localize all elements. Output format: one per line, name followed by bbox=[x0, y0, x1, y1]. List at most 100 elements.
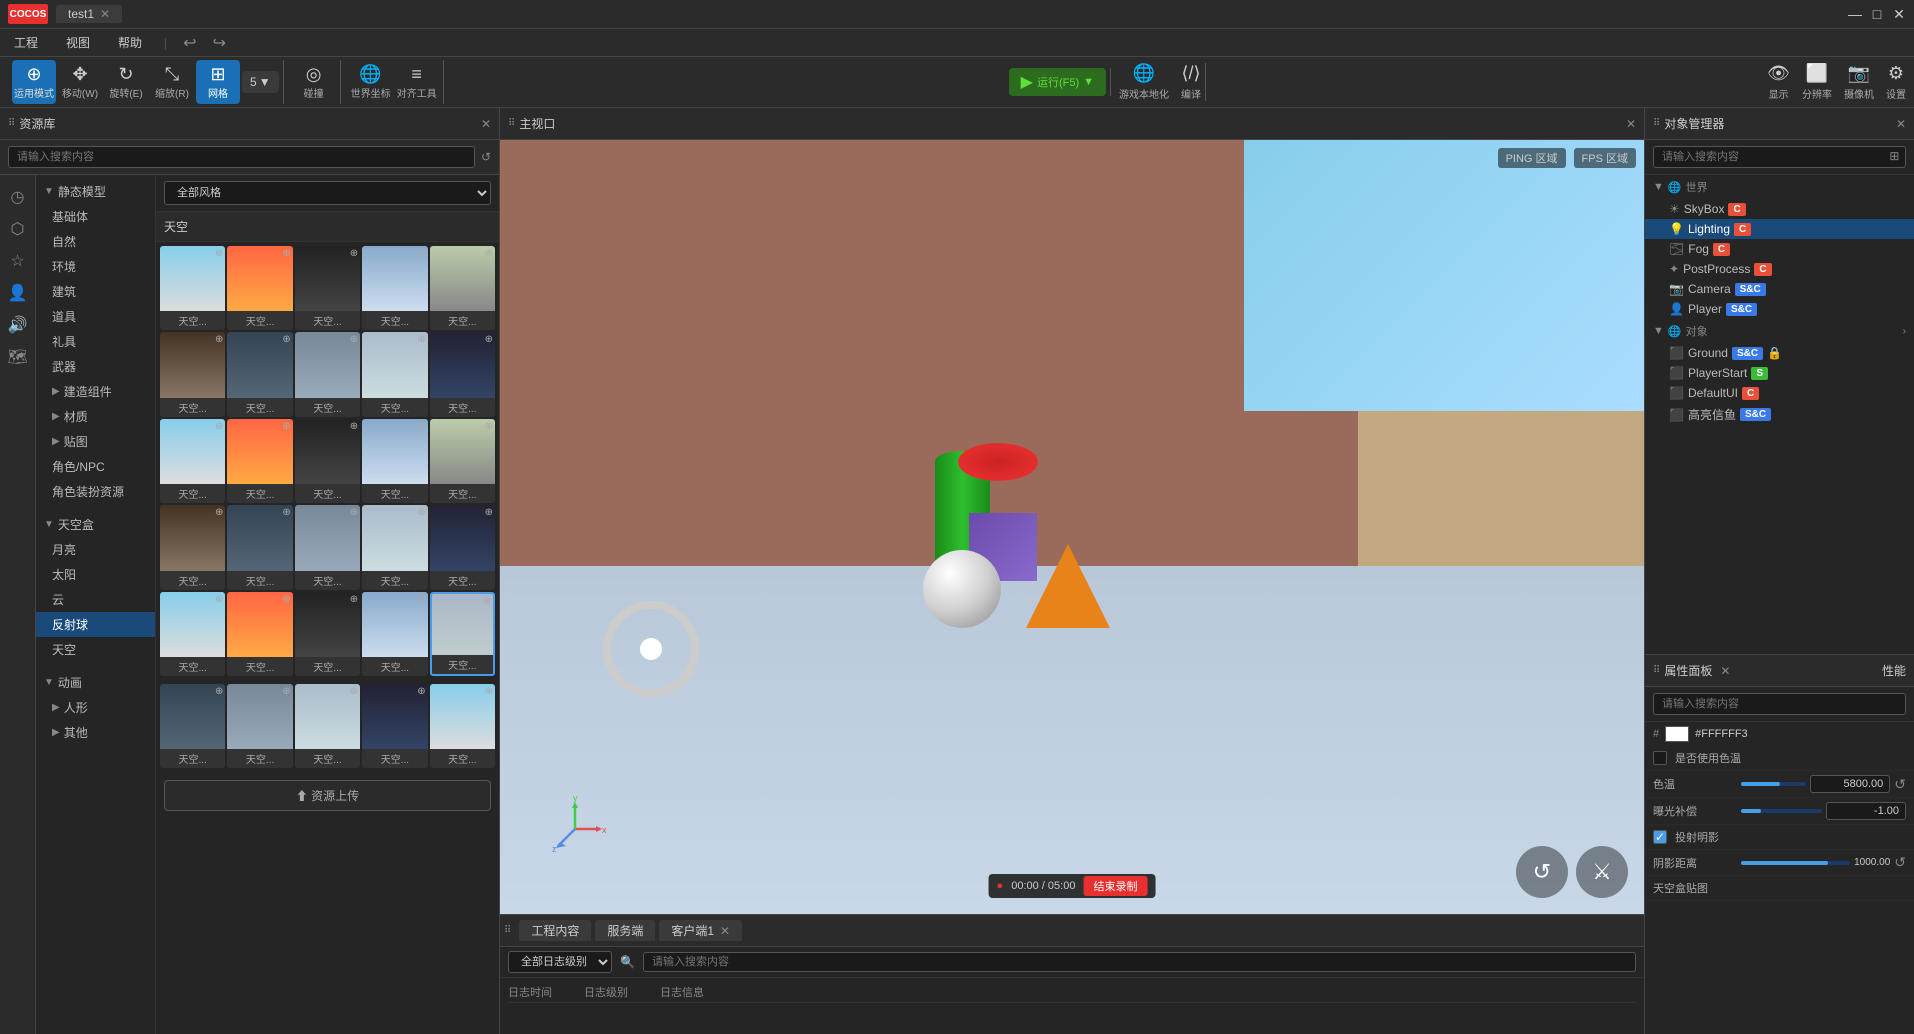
thumb-16[interactable]: ⊕ 天空... bbox=[227, 505, 292, 589]
collision-btn[interactable]: ◎ 碰撞 bbox=[292, 60, 336, 104]
tree-item-env[interactable]: 环境 bbox=[36, 254, 155, 279]
log-filter-select[interactable]: 全部日志级别 bbox=[508, 951, 612, 973]
settings-btn[interactable]: ⚙ 设置 bbox=[1886, 63, 1906, 101]
grid-btn[interactable]: ⊞ 网格 bbox=[196, 60, 240, 104]
thumb-2[interactable]: ⊕ 天空... bbox=[295, 246, 360, 330]
tree-item-build[interactable]: ▶ 建造组件 bbox=[36, 379, 155, 404]
thumb-27[interactable]: ⊕ 天空... bbox=[295, 684, 360, 768]
rotate-btn[interactable]: ↻ 旋转(E) bbox=[104, 60, 148, 104]
tree-item-static-model[interactable]: ▼ 静态模型 bbox=[36, 179, 155, 204]
props-close[interactable]: ✕ bbox=[1720, 664, 1730, 678]
grid-dropdown[interactable]: 5 ▼ bbox=[242, 71, 279, 93]
tab-close-client1[interactable]: ✕ bbox=[720, 924, 730, 938]
tree-item-sky[interactable]: 天空 bbox=[36, 637, 155, 662]
obj-search-input[interactable] bbox=[1653, 146, 1906, 168]
maximize-btn[interactable]: □ bbox=[1870, 7, 1884, 21]
exposure-input[interactable] bbox=[1826, 802, 1906, 820]
thumb-0[interactable]: ⊕ 天空... bbox=[160, 246, 225, 330]
thumb-6[interactable]: ⊕ 天空... bbox=[227, 332, 292, 416]
props-search-input[interactable] bbox=[1653, 693, 1906, 715]
obj-highlight[interactable]: ⬛ 高亮信鱼 S&C bbox=[1645, 403, 1914, 426]
obj-skybox[interactable]: ☀ SkyBox C bbox=[1645, 199, 1914, 219]
thumb-4[interactable]: ⊕ 天空... bbox=[430, 246, 495, 330]
thumb-20[interactable]: ⊕ 天空... bbox=[160, 592, 225, 676]
ping-badge[interactable]: PING 区域 bbox=[1498, 148, 1566, 168]
tree-item-nature[interactable]: 自然 bbox=[36, 229, 155, 254]
thumb-25[interactable]: ⊕ 天空... bbox=[160, 684, 225, 768]
thumb-29[interactable]: ⊕ 天空... bbox=[430, 684, 495, 768]
thumb-11[interactable]: ⊕ 天空... bbox=[227, 419, 292, 503]
obj-defaultui[interactable]: ⬛ DefaultUI C bbox=[1645, 383, 1914, 403]
color-box[interactable] bbox=[1665, 726, 1689, 742]
shadow-dist-reset[interactable]: ↺ bbox=[1894, 854, 1906, 871]
minimize-btn[interactable]: — bbox=[1848, 7, 1862, 21]
tree-item-other[interactable]: ▶ 其他 bbox=[36, 720, 155, 745]
video-end-btn[interactable]: 结束录制 bbox=[1083, 876, 1147, 896]
asset-panel-close[interactable]: ✕ bbox=[481, 117, 491, 131]
scale-btn[interactable]: ⤡ 缩放(R) bbox=[150, 60, 194, 104]
tree-item-material[interactable]: ▶ 材质 bbox=[36, 404, 155, 429]
thumb-3[interactable]: ⊕ 天空... bbox=[362, 246, 427, 330]
upload-btn[interactable]: ⬆ 资源上传 bbox=[164, 780, 491, 811]
tree-item-humanoid[interactable]: ▶ 人形 bbox=[36, 695, 155, 720]
tree-item-reflection[interactable]: 反射球 bbox=[36, 612, 155, 637]
exposure-slider[interactable] bbox=[1741, 809, 1822, 813]
obj-ground[interactable]: ⬛ Ground S&C 🔒 bbox=[1645, 343, 1914, 363]
asset-search-input[interactable] bbox=[8, 146, 475, 168]
obj-player[interactable]: 👤 Player S&C bbox=[1645, 299, 1914, 319]
tab-server[interactable]: 服务端 bbox=[595, 920, 655, 941]
asset-nav-3d[interactable]: ⬡ bbox=[4, 215, 32, 243]
asset-nav-player[interactable]: 👤 bbox=[4, 279, 32, 307]
tree-item-weapons[interactable]: 武器 bbox=[36, 354, 155, 379]
thumb-21[interactable]: ⊕ 天空... bbox=[227, 592, 292, 676]
log-search-input[interactable] bbox=[643, 952, 1636, 972]
tree-item-arch[interactable]: 建筑 bbox=[36, 279, 155, 304]
tree-item-moon[interactable]: 月亮 bbox=[36, 537, 155, 562]
tab-client1[interactable]: 客户端1 ✕ bbox=[659, 920, 742, 941]
tab-close-icon[interactable]: ✕ bbox=[100, 7, 110, 21]
viewport-close[interactable]: ✕ bbox=[1626, 117, 1636, 131]
tree-item-props[interactable]: 道具 bbox=[36, 304, 155, 329]
thumb-10[interactable]: ⊕ 天空... bbox=[160, 419, 225, 503]
thumb-22[interactable]: ⊕ 天空... bbox=[295, 592, 360, 676]
world-section[interactable]: ▼ 🌐 世界 bbox=[1645, 175, 1914, 199]
camera-btn[interactable]: 📷 摄像机 bbox=[1844, 63, 1874, 101]
use-color-temp-checkbox[interactable] bbox=[1653, 751, 1667, 765]
props-perf-tab[interactable]: 性能 bbox=[1882, 662, 1906, 679]
localize-btn[interactable]: 🌐 游戏本地化 bbox=[1119, 63, 1169, 101]
viewport-content[interactable]: x y z PING 区域 FPS 区域 ↺ ⚔ bbox=[500, 140, 1644, 914]
obj-section[interactable]: ▼ 🌐 对象 › bbox=[1645, 319, 1914, 343]
tree-item-skybox[interactable]: ▼ 天空盒 bbox=[36, 512, 155, 537]
asset-nav-scene[interactable]: 🗺 bbox=[4, 343, 32, 371]
use-mode-btn[interactable]: ⊕ 运用模式 bbox=[12, 60, 56, 104]
obj-manager-close[interactable]: ✕ bbox=[1896, 117, 1906, 131]
obj-playerstart[interactable]: ⬛ PlayerStart S bbox=[1645, 363, 1914, 383]
tree-item-npc[interactable]: 角色/NPC bbox=[36, 454, 155, 479]
thumb-18[interactable]: ⊕ 天空... bbox=[362, 505, 427, 589]
redo-btn[interactable]: ↪ bbox=[213, 33, 226, 53]
viewport-ctrl-back[interactable]: ↺ bbox=[1516, 846, 1568, 898]
title-tab[interactable]: test1 ✕ bbox=[56, 5, 122, 23]
tree-item-furniture[interactable]: 礼具 bbox=[36, 329, 155, 354]
align-btn[interactable]: ≡ 对齐工具 bbox=[395, 60, 439, 104]
run-btn[interactable]: ▶ 运行(F5) ▼ bbox=[1009, 68, 1106, 96]
tree-item-basic[interactable]: 基础体 bbox=[36, 204, 155, 229]
undo-btn[interactable]: ↩ bbox=[183, 33, 196, 53]
thumb-13[interactable]: ⊕ 天空... bbox=[362, 419, 427, 503]
menu-project[interactable]: 工程 bbox=[8, 32, 44, 53]
close-btn[interactable]: ✕ bbox=[1892, 7, 1906, 21]
color-temp-slider[interactable] bbox=[1741, 782, 1806, 786]
color-temp-reset[interactable]: ↺ bbox=[1894, 776, 1906, 793]
obj-postprocess[interactable]: ✦ PostProcess C bbox=[1645, 259, 1914, 279]
thumb-1[interactable]: ⊕ 天空... bbox=[227, 246, 292, 330]
thumb-9[interactable]: ⊕ 天空... bbox=[430, 332, 495, 416]
tree-item-sun[interactable]: 太阳 bbox=[36, 562, 155, 587]
shadow-dist-slider[interactable] bbox=[1741, 861, 1850, 865]
menu-help[interactable]: 帮助 bbox=[112, 32, 148, 53]
thumb-7[interactable]: ⊕ 天空... bbox=[295, 332, 360, 416]
thumb-28[interactable]: ⊕ 天空... bbox=[362, 684, 427, 768]
tree-item-anim[interactable]: ▼ 动画 bbox=[36, 670, 155, 695]
menu-view[interactable]: 视图 bbox=[60, 32, 96, 53]
thumb-26[interactable]: ⊕ 天空... bbox=[227, 684, 292, 768]
move-btn[interactable]: ✥ 移动(W) bbox=[58, 60, 102, 104]
